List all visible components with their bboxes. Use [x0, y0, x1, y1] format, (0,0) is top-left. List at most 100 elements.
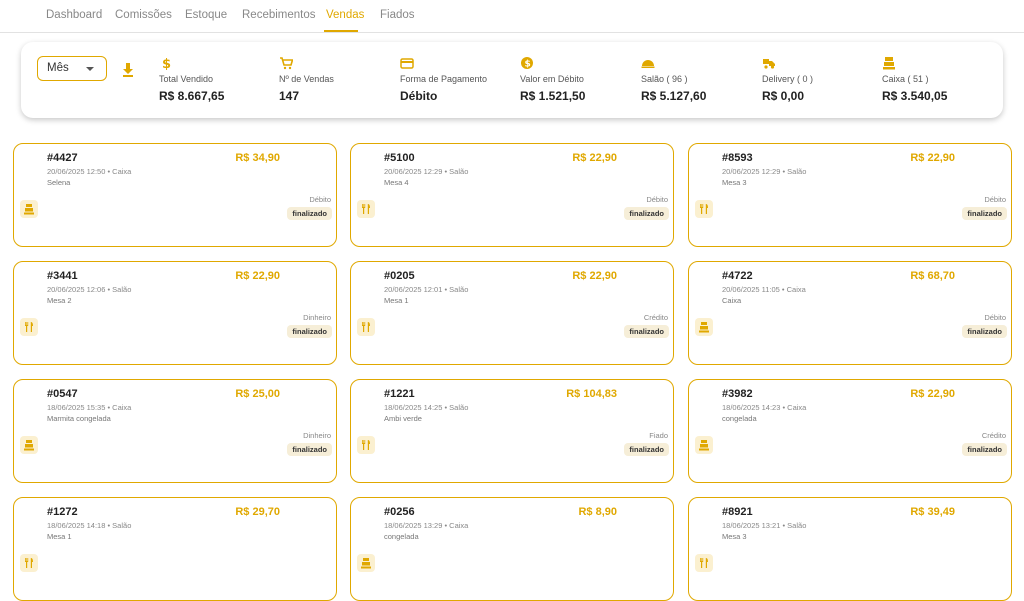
sales-summary-panel: Mês $ Total Vendido R$ 8.667,65 Nº de Ve…	[21, 42, 1003, 118]
cash-register-icon-glyph	[24, 204, 34, 215]
sale-status-badge: finalizado	[962, 207, 1007, 220]
sale-description: Caixa	[722, 296, 742, 305]
period-select-value: Mês	[47, 62, 69, 74]
fork-knife-icon	[20, 554, 38, 572]
sale-card[interactable]: #3982 18/06/2025 14:23 • Caixa congelada…	[688, 379, 1012, 483]
sale-amount: R$ 22,90	[910, 152, 955, 164]
period-select[interactable]: Mês	[37, 56, 107, 81]
tab-dashboard[interactable]: Dashboard	[46, 9, 102, 21]
sale-payment-method: Dinheiro	[303, 431, 331, 440]
sale-card[interactable]: #0256 18/06/2025 13:29 • Caixa congelada…	[350, 497, 674, 601]
sale-status-badge: finalizado	[962, 325, 1007, 338]
sale-amount: R$ 34,90	[235, 152, 280, 164]
sale-datetime-origin: 18/06/2025 14:25 • Salão	[384, 403, 469, 412]
sale-id: #1272	[47, 506, 78, 518]
sale-card[interactable]: #5100 20/06/2025 12:29 • Salão Mesa 4 R$…	[350, 143, 674, 247]
sale-id: #8593	[722, 152, 753, 164]
sale-amount: R$ 22,90	[572, 270, 617, 282]
metric-label: Nº de Vendas	[279, 74, 334, 84]
cash-register-icon-glyph	[24, 440, 34, 451]
sale-amount: R$ 8,90	[578, 506, 617, 518]
sale-id: #8921	[722, 506, 753, 518]
fork-knife-icon	[695, 200, 713, 218]
sale-id: #1221	[384, 388, 415, 400]
cash-register-icon-glyph	[699, 322, 709, 333]
sale-description: Mesa 4	[384, 178, 409, 187]
cash-register-icon-glyph	[361, 558, 371, 569]
sale-card[interactable]: #8593 20/06/2025 12:29 • Salão Mesa 3 R$…	[688, 143, 1012, 247]
sale-datetime-origin: 18/06/2025 13:21 • Salão	[722, 521, 807, 530]
sale-card[interactable]: #0547 18/06/2025 15:35 • Caixa Marmita c…	[13, 379, 337, 483]
fork-knife-icon	[357, 318, 375, 336]
sale-card[interactable]: #4722 20/06/2025 11:05 • Caixa Caixa R$ …	[688, 261, 1012, 365]
sale-datetime-origin: 18/06/2025 14:23 • Caixa	[722, 403, 807, 412]
sale-description: Ambi verde	[384, 414, 422, 423]
cash-register-icon	[695, 436, 713, 454]
tab-fiados[interactable]: Fiados	[380, 9, 415, 21]
fork-knife-icon	[695, 554, 713, 572]
sale-amount: R$ 22,90	[910, 388, 955, 400]
tab-recebimentos[interactable]: Recebimentos	[242, 9, 316, 21]
tab-comissoes[interactable]: Comissões	[115, 9, 172, 21]
sale-status-badge: finalizado	[287, 207, 332, 220]
cash-register-icon	[20, 200, 38, 218]
metric-value: R$ 5.127,60	[641, 89, 707, 103]
sale-payment-method: Fiado	[649, 431, 668, 440]
metric-label: Delivery ( 0 )	[762, 74, 814, 84]
sale-card[interactable]: #3441 20/06/2025 12:06 • Salão Mesa 2 R$…	[13, 261, 337, 365]
sale-amount: R$ 39,49	[910, 506, 955, 518]
metric-caixa: Caixa ( 51 ) R$ 3.540,05	[882, 56, 947, 103]
sale-id: #4427	[47, 152, 78, 164]
cash-register-icon	[695, 318, 713, 336]
sale-amount: R$ 29,70	[235, 506, 280, 518]
sale-datetime-origin: 18/06/2025 15:35 • Caixa	[47, 403, 132, 412]
metric-forma-pagamento: Forma de Pagamento Débito	[400, 56, 487, 103]
chevron-down-icon	[86, 67, 94, 71]
sale-payment-method: Crédito	[643, 313, 668, 322]
sale-card[interactable]: #1221 18/06/2025 14:25 • Salão Ambi verd…	[350, 379, 674, 483]
sale-id: #0205	[384, 270, 415, 282]
sale-datetime-origin: 18/06/2025 14:18 • Salão	[47, 521, 132, 530]
metric-label: Total Vendido	[159, 74, 214, 84]
metric-value: R$ 0,00	[762, 89, 805, 103]
download-icon[interactable]	[121, 62, 135, 78]
svg-text:$: $	[162, 57, 171, 70]
metric-salao: Salão ( 96 ) R$ 5.127,60	[641, 56, 706, 103]
tab-vendas[interactable]: Vendas	[326, 9, 364, 21]
sale-status-badge: finalizado	[624, 325, 669, 338]
sale-description: congelada	[384, 532, 419, 541]
sale-amount: R$ 68,70	[910, 270, 955, 282]
sale-payment-method: Dinheiro	[303, 313, 331, 322]
sale-datetime-origin: 20/06/2025 12:01 • Salão	[384, 285, 469, 294]
metric-label: Valor em Débito	[520, 74, 584, 84]
metric-total-vendido: $ Total Vendido R$ 8.667,65	[159, 56, 224, 103]
sale-id: #0256	[384, 506, 415, 518]
top-tab-bar: Dashboard Comissões Estoque Recebimentos…	[0, 0, 1024, 33]
fork-knife-icon-glyph	[25, 558, 33, 568]
sale-description: Mesa 3	[722, 178, 747, 187]
sale-datetime-origin: 20/06/2025 12:50 • Caixa	[47, 167, 132, 176]
cart-icon	[280, 57, 293, 70]
fork-knife-icon-glyph	[362, 204, 370, 214]
sale-datetime-origin: 18/06/2025 13:29 • Caixa	[384, 521, 469, 530]
fork-knife-icon-glyph	[25, 322, 33, 332]
sale-amount: R$ 104,83	[566, 388, 617, 400]
metric-value: Débito	[400, 89, 438, 103]
sale-card[interactable]: #8921 18/06/2025 13:21 • Salão Mesa 3 R$…	[688, 497, 1012, 601]
sale-card[interactable]: #0205 20/06/2025 12:01 • Salão Mesa 1 R$…	[350, 261, 674, 365]
sale-description: Mesa 1	[47, 532, 72, 541]
sale-amount: R$ 25,00	[235, 388, 280, 400]
sale-payment-method: Débito	[984, 195, 1006, 204]
sale-payment-method: Crédito	[981, 431, 1006, 440]
sale-id: #0547	[47, 388, 78, 400]
tab-estoque[interactable]: Estoque	[185, 9, 227, 21]
sale-datetime-origin: 20/06/2025 12:29 • Salão	[722, 167, 807, 176]
cash-register-icon	[357, 554, 375, 572]
fork-knife-icon-glyph	[362, 322, 370, 332]
metric-label: Forma de Pagamento	[400, 74, 488, 84]
sale-card[interactable]: #1272 18/06/2025 14:18 • Salão Mesa 1 R$…	[13, 497, 337, 601]
metric-value: R$ 1.521,50	[520, 89, 586, 103]
fork-knife-icon-glyph	[700, 558, 708, 568]
sale-card[interactable]: #4427 20/06/2025 12:50 • Caixa Selena R$…	[13, 143, 337, 247]
dollar-icon: $	[162, 57, 171, 70]
